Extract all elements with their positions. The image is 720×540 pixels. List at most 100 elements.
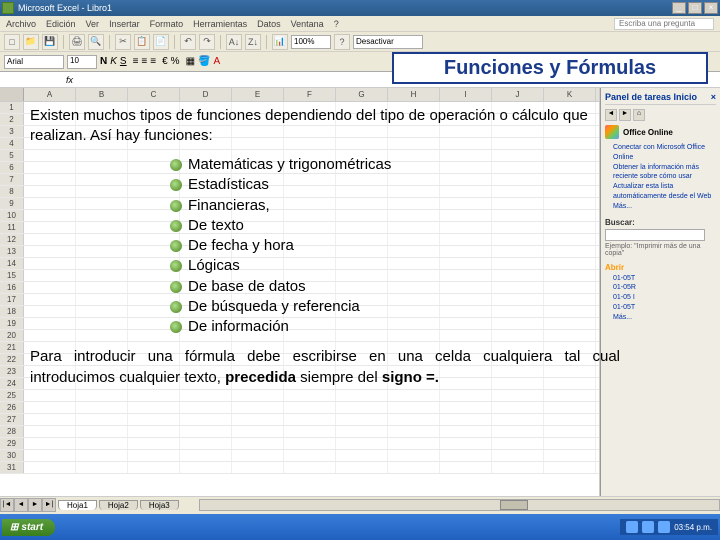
help-search-input[interactable] xyxy=(614,18,714,30)
cell[interactable] xyxy=(544,450,596,461)
row-header[interactable]: 24 xyxy=(0,378,24,389)
cell[interactable] xyxy=(232,426,284,437)
recent-file[interactable]: 01-05T xyxy=(613,303,716,313)
underline-button[interactable]: S xyxy=(120,56,127,67)
cell[interactable] xyxy=(336,390,388,401)
sheet-tab[interactable]: Hoja2 xyxy=(99,500,138,510)
tray-icon[interactable] xyxy=(658,521,670,533)
taskpane-link[interactable]: Obtener la información más reciente sobr… xyxy=(613,163,716,183)
row-header[interactable]: 25 xyxy=(0,390,24,401)
cell[interactable] xyxy=(440,450,492,461)
cell[interactable] xyxy=(388,462,440,473)
col-header[interactable]: G xyxy=(336,88,388,101)
cell[interactable] xyxy=(128,402,180,413)
close-button[interactable]: × xyxy=(704,2,718,14)
cell[interactable] xyxy=(284,402,336,413)
row-header[interactable]: 12 xyxy=(0,234,24,245)
row-header[interactable]: 18 xyxy=(0,306,24,317)
cell[interactable] xyxy=(76,438,128,449)
sort-asc-button[interactable]: A↓ xyxy=(226,34,242,50)
row-header[interactable]: 17 xyxy=(0,294,24,305)
horizontal-scrollbar[interactable] xyxy=(199,499,720,511)
new-button[interactable]: □ xyxy=(4,34,20,50)
col-header[interactable]: E xyxy=(232,88,284,101)
cell[interactable] xyxy=(388,450,440,461)
menu-archivo[interactable]: Archivo xyxy=(6,19,36,29)
row-header[interactable]: 30 xyxy=(0,450,24,461)
cut-button[interactable]: ✂ xyxy=(115,34,131,50)
tab-first-button[interactable]: |◄ xyxy=(0,498,14,512)
taskpane-home-button[interactable]: ⌂ xyxy=(633,109,645,121)
scroll-thumb[interactable] xyxy=(500,500,528,510)
cell[interactable] xyxy=(336,414,388,425)
recent-file[interactable]: Más... xyxy=(613,313,716,323)
undo-button[interactable]: ↶ xyxy=(180,34,196,50)
start-button[interactable]: ⊞ start xyxy=(2,519,55,536)
cell[interactable] xyxy=(76,450,128,461)
col-header[interactable]: J xyxy=(492,88,544,101)
cell[interactable] xyxy=(388,438,440,449)
cell[interactable] xyxy=(284,450,336,461)
col-header[interactable]: C xyxy=(128,88,180,101)
cell[interactable] xyxy=(180,450,232,461)
cell[interactable] xyxy=(180,390,232,401)
tab-next-button[interactable]: ► xyxy=(28,498,42,512)
recent-file[interactable]: 01-05 I xyxy=(613,293,716,303)
cell[interactable] xyxy=(180,414,232,425)
cell[interactable] xyxy=(336,426,388,437)
cell[interactable] xyxy=(232,390,284,401)
fill-color-button[interactable]: 🪣 xyxy=(198,56,210,67)
row-header[interactable]: 11 xyxy=(0,222,24,233)
menu-datos[interactable]: Datos xyxy=(257,19,281,29)
cell[interactable] xyxy=(284,414,336,425)
row-header[interactable]: 2 xyxy=(0,114,24,125)
taskpane-link[interactable]: Conectar con Microsoft Office Online xyxy=(613,143,716,163)
recent-file[interactable]: 01-05R xyxy=(613,283,716,293)
cell[interactable] xyxy=(440,402,492,413)
sheet-tab[interactable]: Hoja1 xyxy=(58,500,97,510)
currency-button[interactable]: € xyxy=(162,56,168,67)
cell[interactable] xyxy=(388,402,440,413)
cell[interactable] xyxy=(232,462,284,473)
col-header[interactable]: A xyxy=(24,88,76,101)
row-header[interactable]: 21 xyxy=(0,342,24,353)
cell[interactable] xyxy=(232,450,284,461)
cell[interactable] xyxy=(128,390,180,401)
row-header[interactable]: 16 xyxy=(0,282,24,293)
row-header[interactable]: 28 xyxy=(0,426,24,437)
cell[interactable] xyxy=(336,462,388,473)
cell[interactable] xyxy=(388,426,440,437)
cell[interactable] xyxy=(544,390,596,401)
cell[interactable] xyxy=(492,450,544,461)
cell[interactable] xyxy=(76,414,128,425)
cell[interactable] xyxy=(492,402,544,413)
row-header[interactable]: 23 xyxy=(0,366,24,377)
menu-help[interactable]: ? xyxy=(334,19,339,29)
row-header[interactable]: 7 xyxy=(0,174,24,185)
row-header[interactable]: 13 xyxy=(0,246,24,257)
menu-ver[interactable]: Ver xyxy=(86,19,100,29)
cell[interactable] xyxy=(76,462,128,473)
redo-button[interactable]: ↷ xyxy=(199,34,215,50)
row-header[interactable]: 3 xyxy=(0,126,24,137)
tray-icon[interactable] xyxy=(626,521,638,533)
taskpane-link[interactable]: Actualizar esta lista automáticamente de… xyxy=(613,182,716,202)
row-header[interactable]: 6 xyxy=(0,162,24,173)
open-button[interactable]: 📁 xyxy=(23,34,39,50)
cell[interactable] xyxy=(492,390,544,401)
row-header[interactable]: 10 xyxy=(0,210,24,221)
row-header[interactable]: 22 xyxy=(0,354,24,365)
col-header[interactable]: H xyxy=(388,88,440,101)
cell[interactable] xyxy=(284,462,336,473)
cell[interactable] xyxy=(388,414,440,425)
col-header[interactable]: K xyxy=(544,88,596,101)
zoom-select[interactable]: 100% xyxy=(291,35,331,49)
help-button[interactable]: ? xyxy=(334,34,350,50)
cell[interactable] xyxy=(492,462,544,473)
cell[interactable] xyxy=(180,402,232,413)
sort-desc-button[interactable]: Z↓ xyxy=(245,34,261,50)
row-header[interactable]: 15 xyxy=(0,270,24,281)
tab-prev-button[interactable]: ◄ xyxy=(14,498,28,512)
cell[interactable] xyxy=(24,426,76,437)
cell[interactable] xyxy=(336,450,388,461)
